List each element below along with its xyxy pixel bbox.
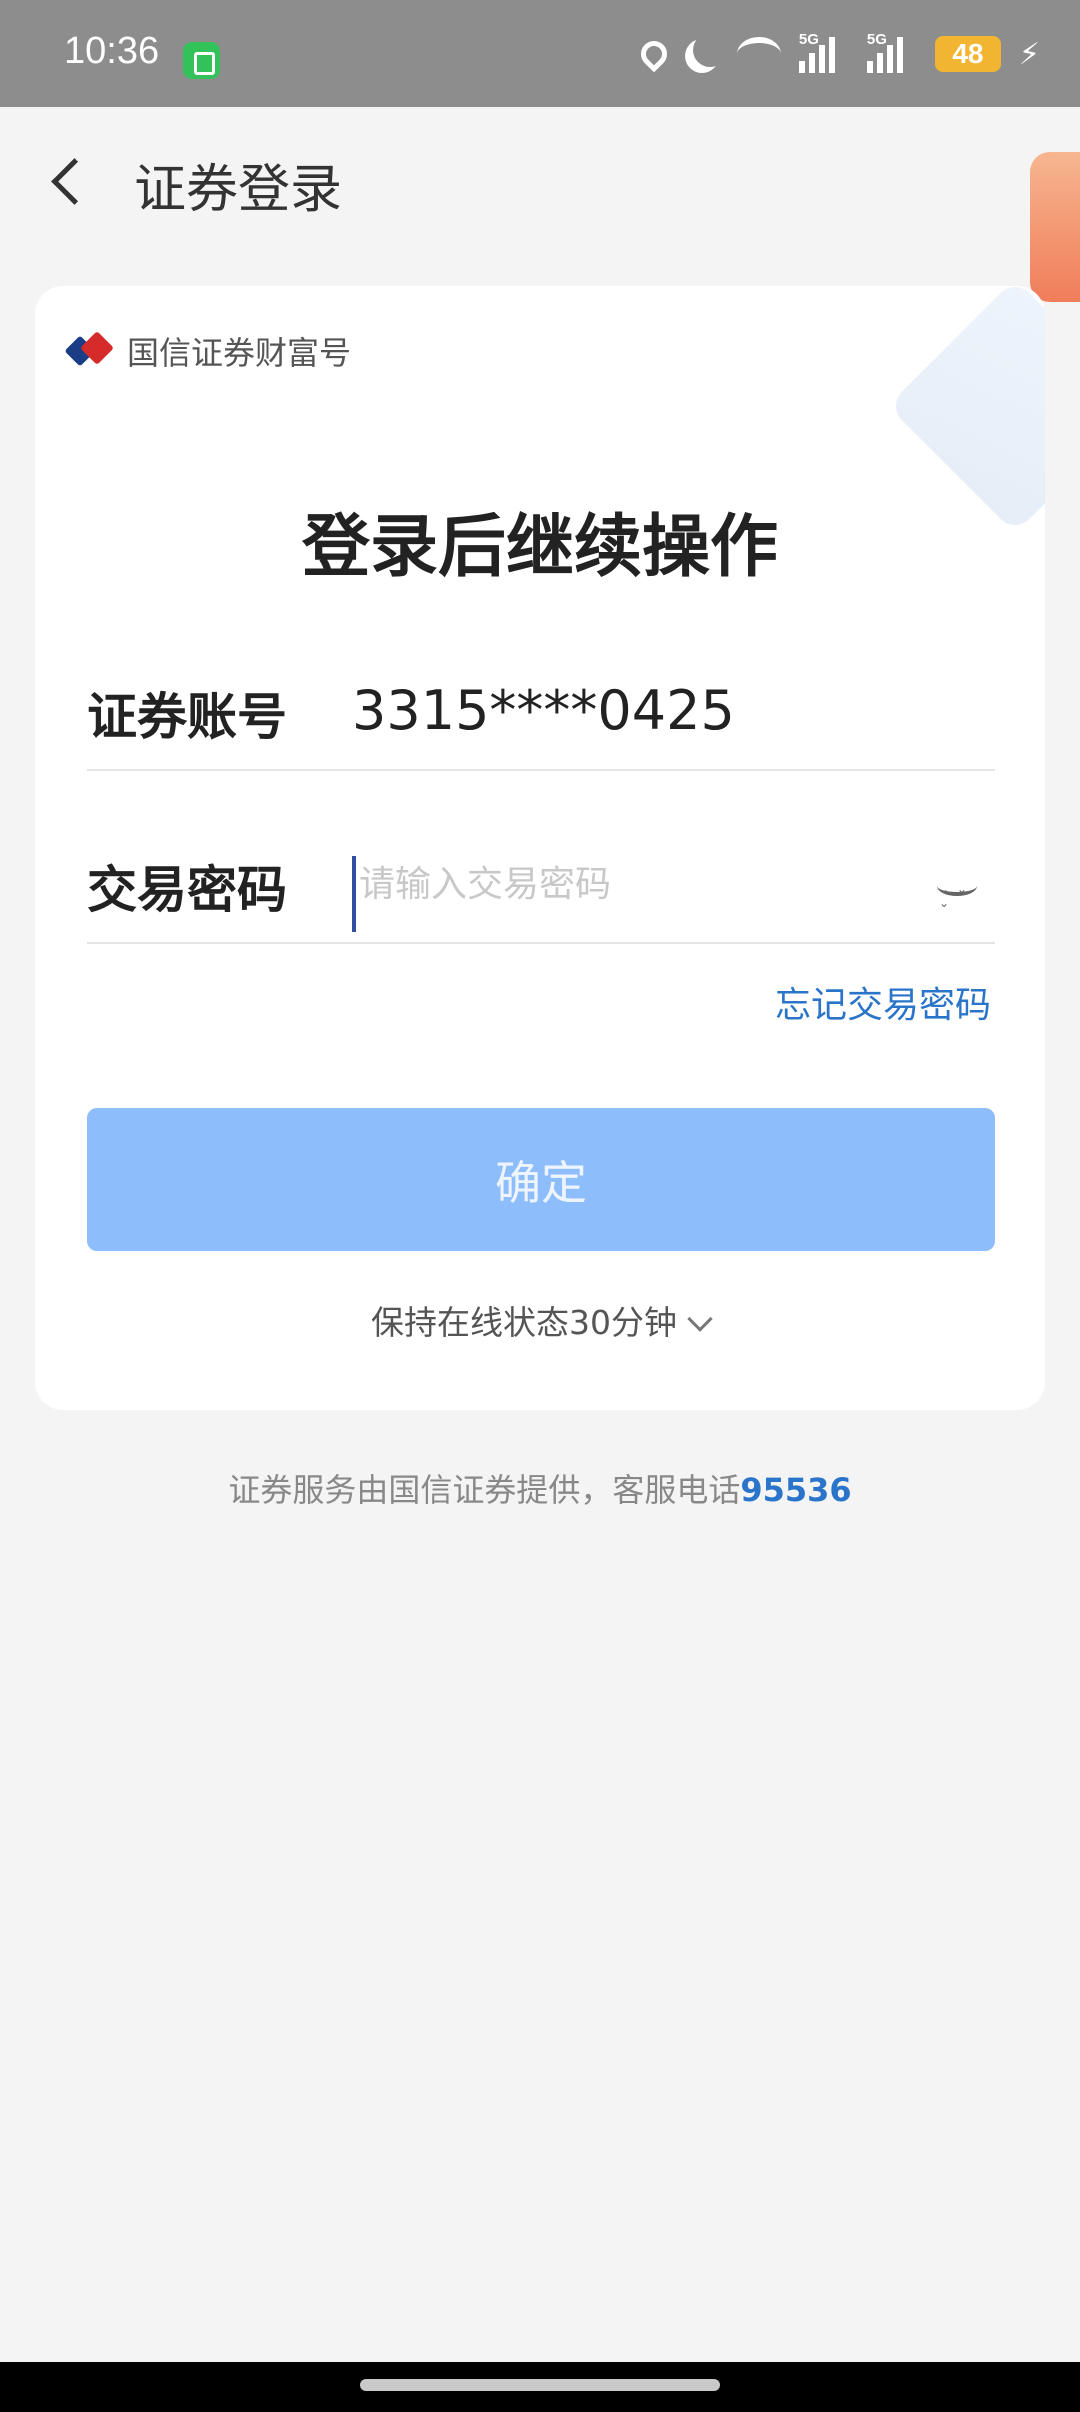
location-icon — [635, 35, 673, 73]
charging-icon: ⚡ — [1018, 36, 1040, 72]
floating-widget[interactable] — [1030, 152, 1080, 302]
app-header: 证券登录 — [0, 107, 1080, 302]
account-field: 证券账号 3315****0425 — [87, 651, 995, 771]
confirm-button[interactable]: 确定 — [87, 1108, 995, 1251]
eye-closed-icon[interactable] — [937, 876, 981, 910]
service-footer: 证券服务由国信证券提供，客服电话95536 — [0, 1465, 1080, 1511]
system-nav-bar — [0, 2362, 1080, 2412]
password-label: 交易密码 — [87, 861, 287, 919]
wifi-icon — [736, 37, 781, 71]
home-indicator[interactable] — [360, 2379, 720, 2391]
forgot-password-link[interactable]: 忘记交易密码 — [775, 976, 991, 1028]
account-value: 3315****0425 — [352, 679, 735, 742]
hotline-number[interactable]: 95536 — [740, 1471, 851, 1509]
battery-icon: 48 — [934, 36, 1001, 72]
brand: 国信证券财富号 — [69, 328, 351, 374]
brand-name: 国信证券财富号 — [127, 334, 352, 372]
page-title: 证券登录 — [134, 160, 343, 220]
status-bar: 10:36 5G 5G 48 ⚡ — [0, 0, 1080, 107]
login-heading: 登录后继续操作 — [301, 508, 778, 587]
password-field: 交易密码 — [87, 824, 995, 944]
app-badge-icon — [183, 42, 220, 79]
back-arrow-icon[interactable] — [44, 157, 94, 207]
text-cursor — [352, 856, 356, 932]
chevron-down-icon — [687, 1306, 713, 1332]
footer-text: 证券服务由国信证券提供，客服电话 — [228, 1471, 741, 1509]
signal-icon: 5G — [798, 31, 849, 73]
status-time: 10:36 — [64, 30, 160, 72]
status-icons: 5G 5G 48 ⚡ — [635, 31, 1040, 74]
battery-level: 48 — [952, 38, 984, 69]
login-card: 国信证券财富号 登录后继续操作 证券账号 3315****0425 交易密码 忘… — [35, 286, 1045, 1410]
keep-online-label: 保持在线状态30分钟 — [371, 1303, 677, 1342]
account-label: 证券账号 — [87, 688, 287, 746]
moon-icon — [693, 33, 727, 67]
signal-icon: 5G — [866, 31, 917, 73]
brand-logo-icon — [69, 336, 115, 366]
keep-online-selector[interactable]: 保持在线状态30分钟 — [35, 1296, 1045, 1344]
password-input[interactable] — [359, 864, 919, 905]
